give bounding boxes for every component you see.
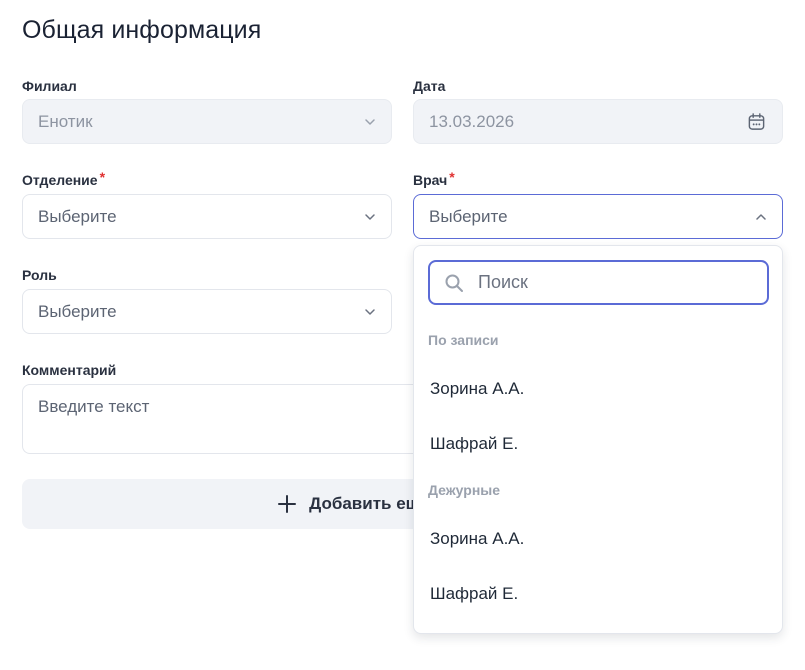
branch-label: Филиал [22,78,77,94]
search-input[interactable]: Поиск [428,260,769,305]
comment-textarea[interactable]: Введите текст [22,384,414,454]
date-label: Дата [413,78,445,94]
chevron-down-icon [365,118,375,125]
doctor-label-text: Врач [413,172,448,188]
chevron-down-icon [365,213,375,220]
chevron-up-icon [756,213,766,220]
department-label: Отделение * [22,169,106,188]
group-label-by-appointment: По записи [428,332,499,348]
doctor-label: Врач * [413,169,455,188]
section-title: Общая информация [22,16,262,44]
branch-select[interactable]: Енотик [22,99,392,144]
form-page: Общая информация Филиал Енотик Дата 13.0… [0,0,805,670]
doctor-dropdown: Поиск По записи Зорина А.А. Шафрай Е. Де… [413,245,783,634]
required-mark: * [99,169,106,185]
search-placeholder: Поиск [478,272,528,292]
role-label: Роль [22,267,57,283]
doctor-select[interactable]: Выберите [413,194,783,239]
dropdown-option[interactable]: Зорина А.А. [430,529,524,549]
date-value: 13.03.2026 [429,111,515,131]
plus-icon [278,495,297,513]
department-label-text: Отделение [22,172,98,188]
chevron-down-icon [365,308,375,315]
add-more-button[interactable]: Добавить ещ [22,479,414,529]
branch-label-text: Филиал [22,78,77,94]
branch-value: Енотик [38,111,93,131]
calendar-icon[interactable] [747,112,766,131]
add-more-label: Добавить ещ [309,494,414,513]
department-placeholder: Выберите [38,206,117,226]
dropdown-option[interactable]: Зорина А.А. [430,379,524,399]
role-label-text: Роль [22,267,57,283]
role-placeholder: Выберите [38,301,117,321]
group-label-on-duty: Дежурные [428,482,501,498]
doctor-placeholder: Выберите [429,206,508,226]
department-select[interactable]: Выберите [22,194,392,239]
dropdown-option[interactable]: Шафрай Е. [430,584,518,604]
date-input[interactable]: 13.03.2026 [413,99,783,144]
search-icon [445,274,463,292]
comment-placeholder: Введите текст [38,397,150,416]
comment-label-text: Комментарий [22,362,117,378]
comment-label: Комментарий [22,362,116,378]
required-mark: * [449,169,455,185]
date-label-text: Дата [413,78,446,94]
dropdown-option[interactable]: Шафрай Е. [430,434,518,454]
role-select[interactable]: Выберите [22,289,392,334]
